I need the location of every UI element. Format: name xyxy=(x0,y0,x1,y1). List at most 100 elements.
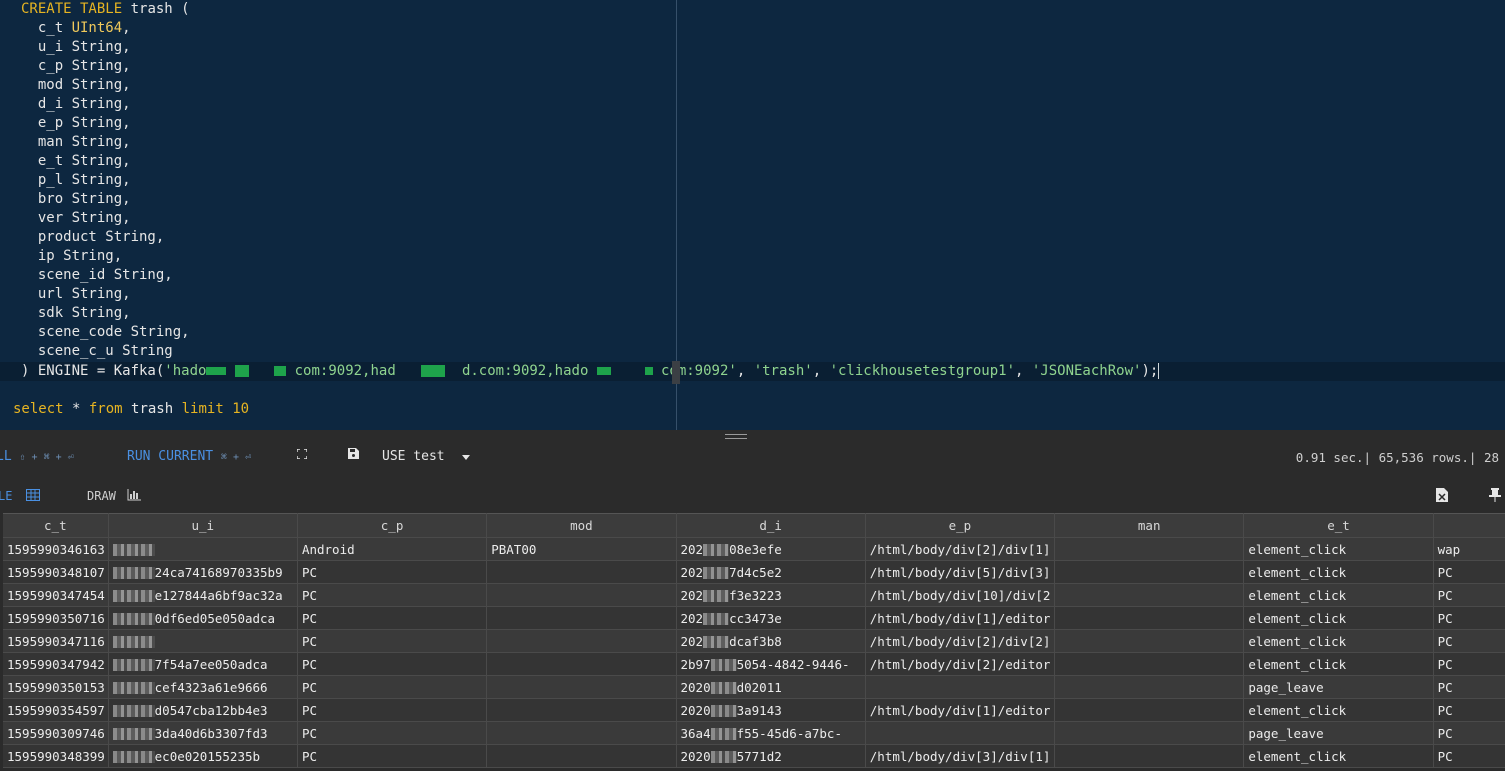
cell-man[interactable] xyxy=(1054,583,1245,607)
table-row[interactable]: 1595990350716 0df6ed05e050adca PC 202 cc3473… xyxy=(3,606,1505,630)
column-header-mod[interactable]: mod xyxy=(486,513,677,538)
cell-d_i[interactable]: 36a4 f55-45d6-a7bc- xyxy=(676,721,866,745)
cell-p_l[interactable]: PC xyxy=(1433,744,1505,768)
cell-u_i[interactable] xyxy=(108,537,298,561)
cell-mod[interactable] xyxy=(486,675,677,699)
column-header-e_p[interactable]: e_p xyxy=(865,513,1056,538)
table-row[interactable]: 1595990309746 3da40d6b3307fd3 PC 36a4 f55-45… xyxy=(3,721,1505,745)
cell-u_i[interactable] xyxy=(108,629,298,653)
cell-mod[interactable] xyxy=(486,698,677,722)
cell-e_p[interactable]: /html/body/div[1]/editor xyxy=(865,698,1056,722)
column-header-c_p[interactable]: c_p xyxy=(297,513,488,538)
cell-mod[interactable] xyxy=(486,652,677,676)
cell-mod[interactable] xyxy=(486,606,677,630)
cell-e_p[interactable]: /html/body/div[10]/div[2 xyxy=(865,583,1056,607)
table-row[interactable]: 1595990350153 cef4323a61e9666 PC 2020 d02011… xyxy=(3,675,1505,699)
cell-c_t[interactable]: 1595990347454 xyxy=(3,583,109,607)
run-all-button[interactable]: LL ⇧ + ⌘ + ⏎ xyxy=(0,448,74,467)
cell-u_i[interactable]: 24ca74168970335b9 xyxy=(108,560,298,584)
pin-icon[interactable] xyxy=(1489,488,1501,506)
result-grid[interactable]: c_tu_ic_pmodd_ie_pmane_tp_l 159599034616… xyxy=(3,513,1505,771)
cell-p_l[interactable]: PC xyxy=(1433,629,1505,653)
export-excel-icon[interactable] xyxy=(1436,488,1448,506)
cell-e_t[interactable]: element_click xyxy=(1243,698,1434,722)
cell-u_i[interactable]: d0547cba12bb4e3 xyxy=(108,698,298,722)
tab-table[interactable]: LE xyxy=(0,488,40,504)
cell-c_p[interactable]: PC xyxy=(297,721,488,745)
column-header-d_i[interactable]: d_i xyxy=(676,513,866,538)
cell-man[interactable] xyxy=(1054,652,1245,676)
column-header-man[interactable]: man xyxy=(1054,513,1245,538)
cell-e_p[interactable] xyxy=(865,721,1056,745)
column-header-c_t[interactable]: c_t xyxy=(3,513,109,538)
cell-e_t[interactable]: element_click xyxy=(1243,583,1434,607)
cell-p_l[interactable]: PC xyxy=(1433,698,1505,722)
cell-d_i[interactable]: 2020 3a9143 xyxy=(676,698,866,722)
cell-mod[interactable] xyxy=(486,629,677,653)
cell-d_i[interactable]: 2b97 5054-4842-9446- xyxy=(676,652,866,676)
cell-man[interactable] xyxy=(1054,675,1245,699)
cell-c_t[interactable]: 1595990348399 xyxy=(3,744,109,768)
cell-man[interactable] xyxy=(1054,744,1245,768)
cell-p_l[interactable]: PC xyxy=(1433,675,1505,699)
cell-e_p[interactable]: /html/body/div[2]/div[2] xyxy=(865,629,1056,653)
cell-c_t[interactable]: 1595990347942 xyxy=(3,652,109,676)
table-row[interactable]: 1595990347454 e127844a6bf9ac32a PC 202 f3e32… xyxy=(3,583,1505,607)
cell-c_p[interactable]: PC xyxy=(297,675,488,699)
cell-u_i[interactable]: ec0e020155235b xyxy=(108,744,298,768)
cell-u_i[interactable]: e127844a6bf9ac32a xyxy=(108,583,298,607)
save-icon[interactable] xyxy=(348,448,359,462)
cell-man[interactable] xyxy=(1054,606,1245,630)
cell-c_p[interactable]: PC xyxy=(297,583,488,607)
column-header-e_t[interactable]: e_t xyxy=(1243,513,1434,538)
table-row[interactable]: 1595990348399 ec0e020155235b PC 2020 5771d2 /… xyxy=(3,744,1505,768)
cell-d_i[interactable]: 2020 d02011 xyxy=(676,675,866,699)
fullscreen-icon[interactable] xyxy=(296,448,308,462)
cell-e_p[interactable]: /html/body/div[2]/editor xyxy=(865,652,1056,676)
cell-c_p[interactable]: PC xyxy=(297,652,488,676)
cell-d_i[interactable]: 202 f3e3223 xyxy=(676,583,866,607)
cell-e_t[interactable]: page_leave xyxy=(1243,721,1434,745)
cell-c_p[interactable]: PC xyxy=(297,698,488,722)
cell-c_p[interactable]: PC xyxy=(297,744,488,768)
column-header-p_l[interactable]: p_l xyxy=(1433,513,1505,538)
cell-u_i[interactable]: 7f54a7ee050adca xyxy=(108,652,298,676)
cell-c_p[interactable]: Android xyxy=(297,537,488,561)
cell-c_p[interactable]: PC xyxy=(297,560,488,584)
cell-c_t[interactable]: 1595990346163 xyxy=(3,537,109,561)
cell-u_i[interactable]: cef4323a61e9666 xyxy=(108,675,298,699)
table-row[interactable]: 1595990346163 Android PBAT00 202 08e3efe/htm… xyxy=(3,537,1505,561)
cell-e_t[interactable]: element_click xyxy=(1243,537,1434,561)
cell-mod[interactable] xyxy=(486,721,677,745)
cell-e_t[interactable]: element_click xyxy=(1243,560,1434,584)
run-current-button[interactable]: RUN CURRENT ⌘ + ⏎ xyxy=(127,448,251,467)
cell-p_l[interactable]: PC xyxy=(1433,560,1505,584)
column-header-u_i[interactable]: u_i xyxy=(108,513,298,538)
table-row[interactable]: 1595990347116 PC 202 dcaf3b8/html/body/div[… xyxy=(3,629,1505,653)
cell-mod[interactable] xyxy=(486,583,677,607)
cell-man[interactable] xyxy=(1054,560,1245,584)
cell-c_p[interactable]: PC xyxy=(297,629,488,653)
cell-e_p[interactable]: /html/body/div[3]/div[1] xyxy=(865,744,1056,768)
cell-mod[interactable] xyxy=(486,744,677,768)
cell-e_p[interactable]: /html/body/div[5]/div[3] xyxy=(865,560,1056,584)
cell-man[interactable] xyxy=(1054,721,1245,745)
cell-man[interactable] xyxy=(1054,698,1245,722)
cell-p_l[interactable]: PC xyxy=(1433,652,1505,676)
resize-grip[interactable] xyxy=(0,430,1505,442)
cell-e_t[interactable]: element_click xyxy=(1243,652,1434,676)
cell-d_i[interactable]: 202 cc3473e xyxy=(676,606,866,630)
cell-d_i[interactable]: 202 dcaf3b8 xyxy=(676,629,866,653)
cell-e_t[interactable]: element_click xyxy=(1243,606,1434,630)
cell-c_t[interactable]: 1595990350153 xyxy=(3,675,109,699)
cell-e_p[interactable]: /html/body/div[1]/editor xyxy=(865,606,1056,630)
cell-mod[interactable]: PBAT00 xyxy=(486,537,677,561)
table-row[interactable]: 1595990347942 7f54a7ee050adca PC 2b97 5054-4… xyxy=(3,652,1505,676)
cell-d_i[interactable]: 202 08e3efe xyxy=(676,537,866,561)
database-select[interactable]: USE test xyxy=(382,446,476,468)
cell-c_p[interactable]: PC xyxy=(297,606,488,630)
cell-d_i[interactable]: 202 7d4c5e2 xyxy=(676,560,866,584)
cell-c_t[interactable]: 1595990348107 xyxy=(3,560,109,584)
cell-e_t[interactable]: element_click xyxy=(1243,629,1434,653)
cell-p_l[interactable]: wap xyxy=(1433,537,1505,561)
